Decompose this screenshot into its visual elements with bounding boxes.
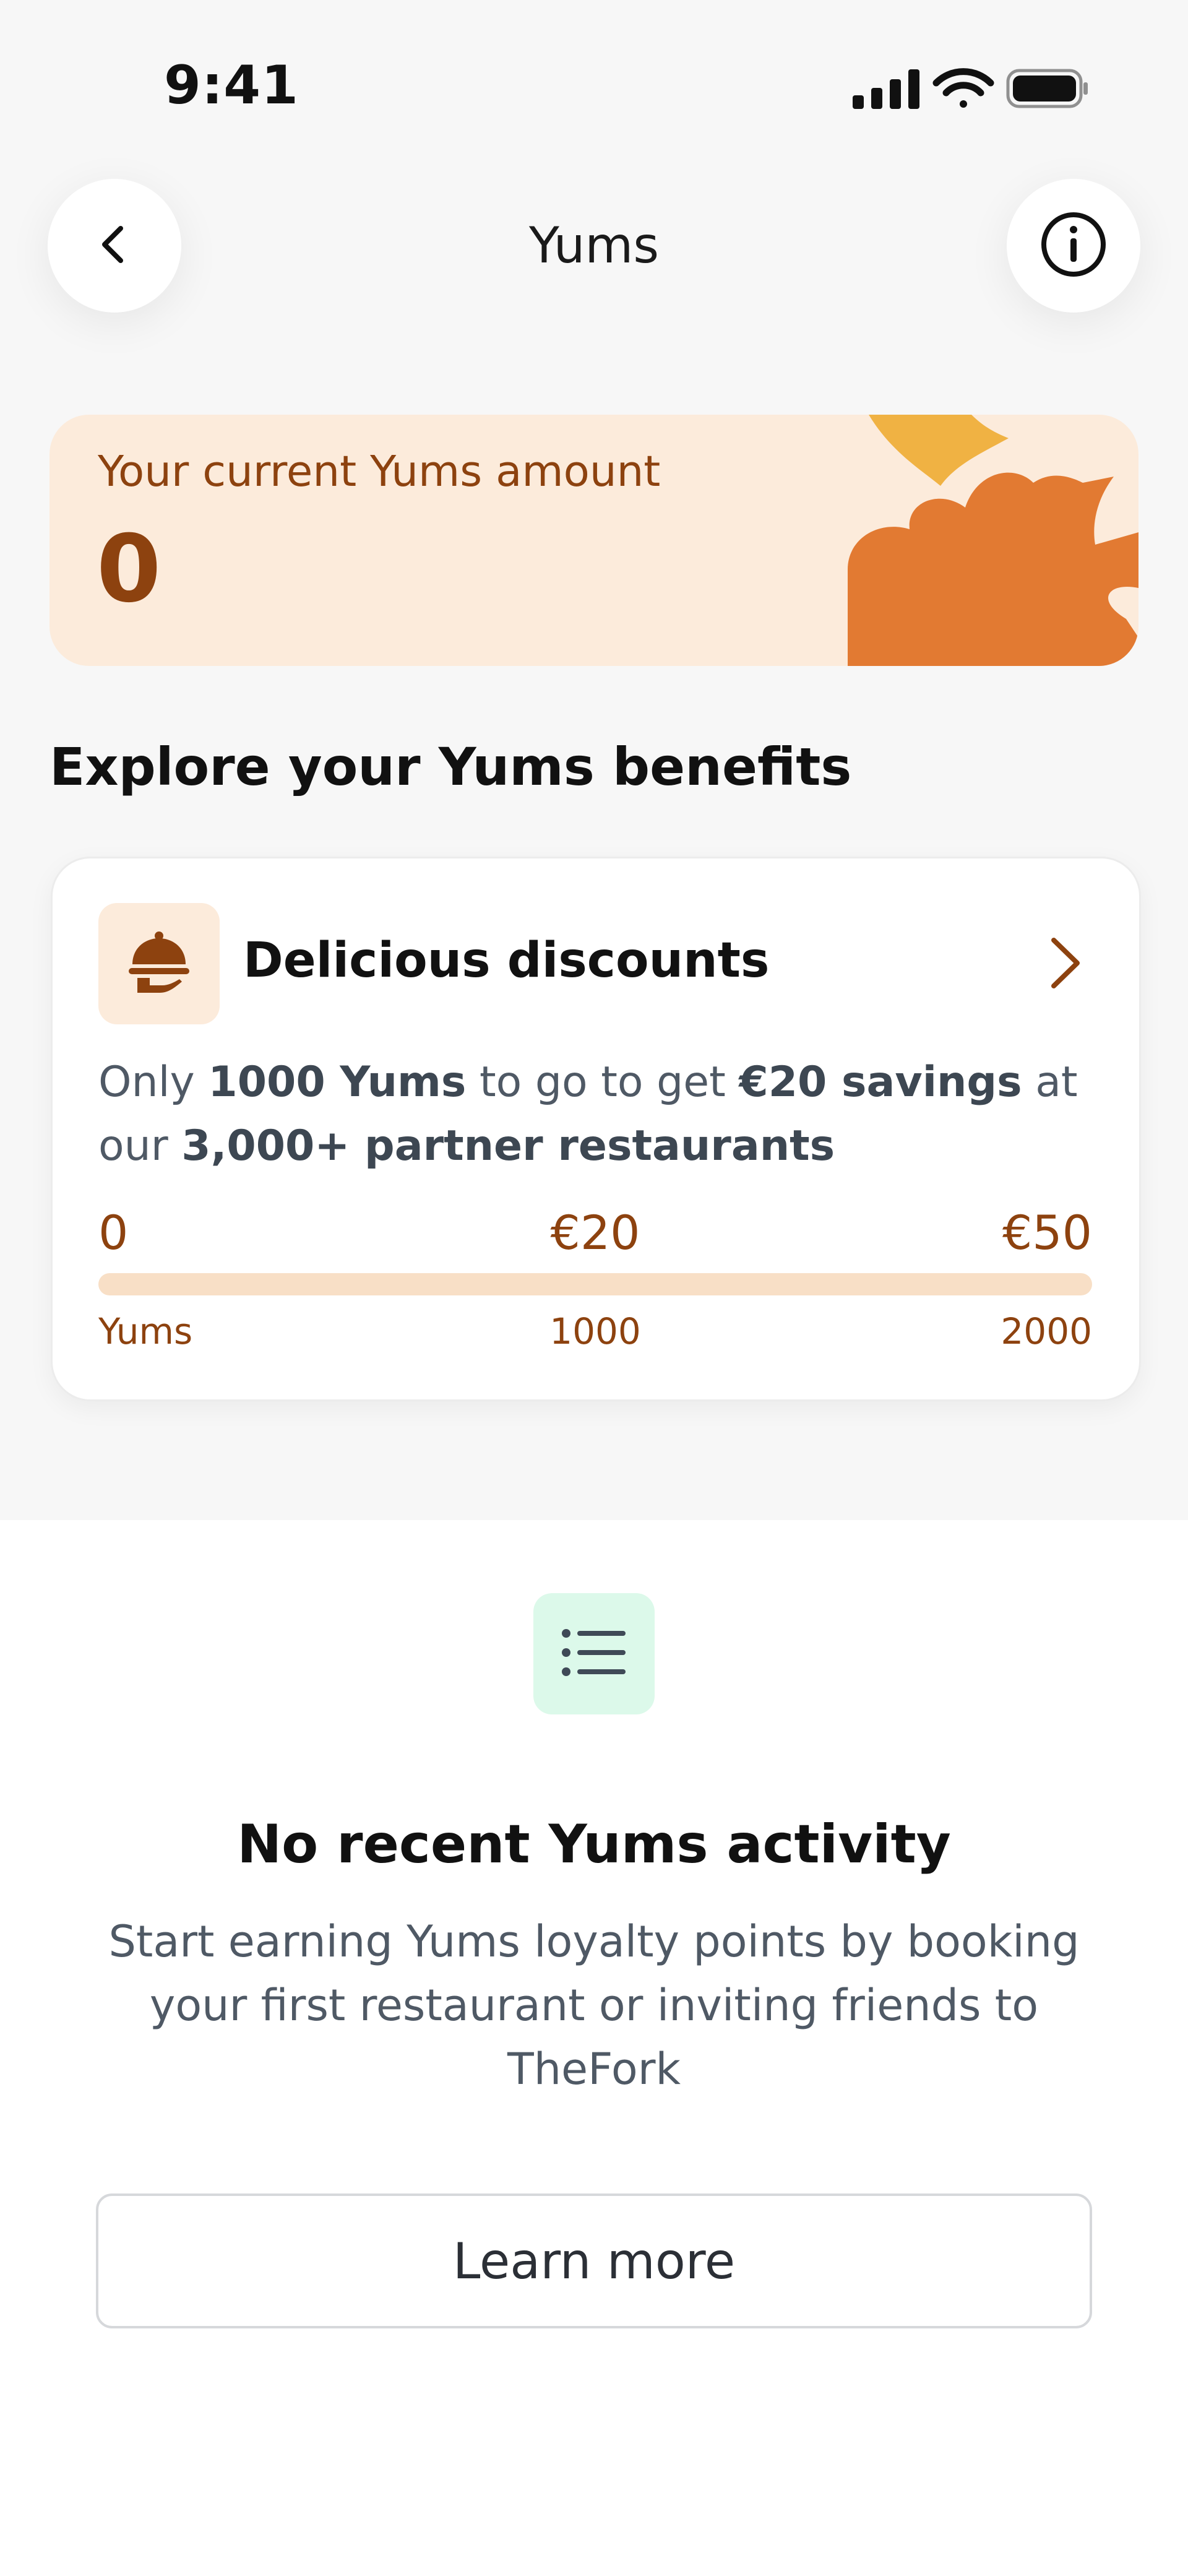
benefit-description: Only 1000 Yums to go to get €20 savings … <box>98 1050 1101 1178</box>
empty-state-title: No recent Yums activity <box>237 1813 951 1875</box>
milestones: 0 €20 €50 <box>98 1205 1092 1267</box>
yums-amount-label: Your current Yums amount <box>98 447 661 496</box>
milestone-mid: €20 <box>550 1205 640 1260</box>
list-icon <box>560 1625 628 1683</box>
signal-icon <box>853 69 919 109</box>
progress-bar <box>98 1273 1092 1295</box>
milestone-end: €50 <box>1002 1205 1092 1260</box>
yums-amount-card: Your current Yums amount 0 <box>50 415 1138 666</box>
yums-amount-value: 0 <box>97 516 161 623</box>
info-icon <box>1039 210 1108 282</box>
chevron-right-icon <box>1051 938 1080 988</box>
decorative-art <box>848 415 1138 666</box>
sublabel-end: 2000 <box>1001 1310 1092 1352</box>
section-title: Explore your Yums benefits <box>50 737 852 797</box>
wifi-icon <box>932 68 994 108</box>
activity-icon-box <box>533 1593 655 1714</box>
empty-state-description: Start earning Yums loyalty points by boo… <box>108 1916 1080 2094</box>
cloche-icon <box>125 928 193 999</box>
sublabel-mid: 1000 <box>549 1310 641 1352</box>
learn-more-button[interactable]: Learn more <box>96 2193 1092 2328</box>
info-button[interactable] <box>1007 179 1140 313</box>
desc-bold-savings: €20 savings <box>739 1058 1022 1107</box>
benefit-icon-box <box>98 903 220 1024</box>
desc-bold-yums: 1000 Yums <box>208 1058 467 1107</box>
desc-bold-restaurants: 3,000+ partner restaurants <box>181 1122 835 1170</box>
status-icons <box>850 67 1089 110</box>
desc-part: Only <box>98 1058 209 1107</box>
desc-part: to go to get <box>466 1058 739 1107</box>
delicious-discounts-card[interactable]: Delicious discounts Only 1000 Yums to go… <box>51 857 1141 1401</box>
benefit-title: Delicious discounts <box>243 933 770 988</box>
progress-sublabels: Yums 1000 2000 <box>98 1310 1092 1354</box>
battery-icon <box>1006 69 1088 108</box>
status-time: 9:41 <box>164 54 299 116</box>
